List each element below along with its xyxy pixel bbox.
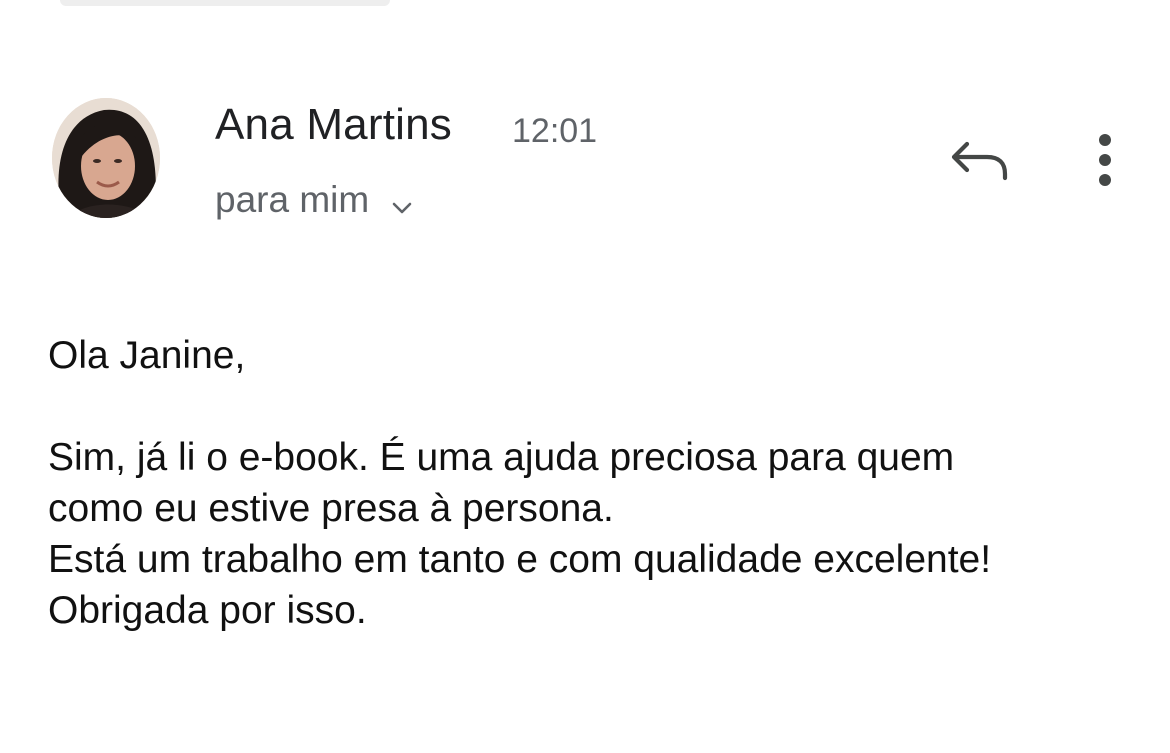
email-body-line: Está um trabalho em tanto e com qualidad… [48, 538, 992, 581]
reply-icon [945, 141, 1015, 194]
email-body-line: Sim, já li o e-book. É uma ajuda precios… [48, 436, 955, 479]
more-options-button[interactable] [1078, 125, 1132, 195]
email-body-line: como eu estive presa à persona. [48, 487, 614, 530]
email-body: Ola Janine, Sim, já li o e-book. É uma a… [48, 330, 1148, 636]
more-vert-icon [1078, 134, 1132, 199]
recipient-details-toggle[interactable]: para mim [215, 176, 413, 224]
recipient-label: para mim [215, 179, 370, 220]
email-greeting: Ola Janine, [48, 334, 246, 377]
email-body-line: Obrigada por isso. [48, 589, 367, 632]
previous-item-edge [60, 0, 390, 6]
sender-name: Ana Martins [215, 100, 452, 149]
reply-button[interactable] [945, 130, 1015, 190]
chevron-down-icon [391, 182, 413, 224]
avatar[interactable] [52, 98, 160, 218]
email-time: 12:01 [512, 112, 598, 150]
